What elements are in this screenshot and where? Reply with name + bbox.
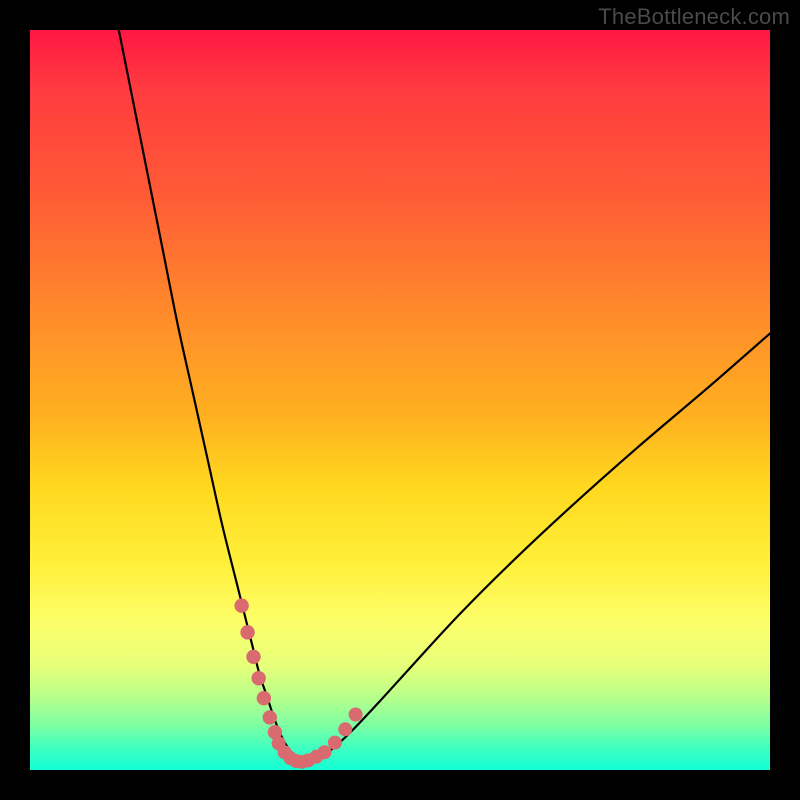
- accent-dot: [349, 708, 363, 722]
- accent-dot: [240, 625, 254, 639]
- accent-dot: [338, 722, 352, 736]
- accent-dot: [257, 691, 271, 705]
- accent-dot: [328, 736, 342, 750]
- primary-curve: [119, 30, 770, 762]
- outer-frame: TheBottleneck.com: [0, 0, 800, 800]
- accent-dot: [251, 671, 265, 685]
- accent-dots-bottom: [272, 736, 316, 769]
- accent-dot: [263, 710, 277, 724]
- chart-svg: [30, 30, 770, 770]
- accent-dot: [234, 599, 248, 613]
- accent-dot: [318, 745, 332, 759]
- watermark-label: TheBottleneck.com: [598, 4, 790, 30]
- plot-area: [30, 30, 770, 770]
- accent-dot: [246, 650, 260, 664]
- accent-dots-right: [309, 708, 362, 764]
